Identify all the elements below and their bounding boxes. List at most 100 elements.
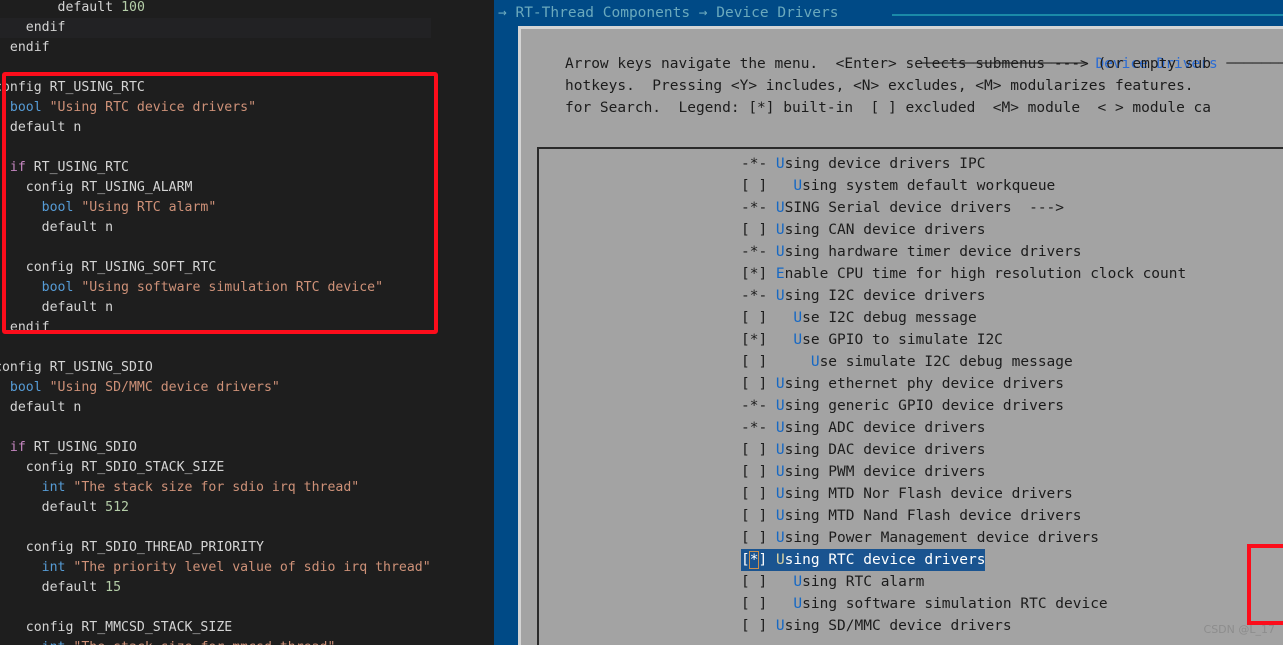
menu-row[interactable]: -*- Using generic GPIO device drivers [741, 395, 1186, 417]
menu-item[interactable]: [ ] Using ethernet phy device drivers [741, 376, 1064, 392]
code-line: config RT_MMCSD_STACK_SIZE [25, 620, 233, 635]
menu-item[interactable]: [*] Enable CPU time for high resolution … [741, 266, 1186, 282]
menu-item[interactable]: -*- Using I2C device drivers [741, 288, 985, 304]
hotkey-letter: U [793, 178, 803, 194]
menu-item[interactable]: [ ] Using SD/MMC device drivers [741, 618, 1012, 634]
menu-row[interactable]: [ ] Using DAC device drivers [741, 439, 1186, 461]
code-line: config RT_USING_SOFT_RTC [25, 260, 217, 275]
menu-row[interactable]: [*] Using RTC device drivers [741, 549, 1186, 571]
menu-item[interactable]: [*] Use GPIO to simulate I2C [741, 332, 1003, 348]
menu-item[interactable]: [ ] Using software simulation RTC device [741, 596, 1108, 612]
hotkey-letter: U [775, 618, 785, 634]
code-lines[interactable]: default 100 endif endif config RT_USING_… [0, 0, 431, 645]
hotkey-letter: U [775, 156, 785, 172]
menu-row[interactable]: [ ] Using CAN device drivers [741, 219, 1186, 241]
menu-row[interactable]: [ ] Using MTD Nor Flash device drivers [741, 483, 1186, 505]
menu-item[interactable]: [ ] Using DAC device drivers [741, 442, 985, 458]
code-line: config RT_USING_SDIO [0, 360, 153, 375]
hotkey-letter: U [775, 288, 785, 304]
hotkey-letter: U [810, 354, 820, 370]
menu-row[interactable]: [ ] Using MTD Nand Flash device drivers [741, 505, 1186, 527]
menu-row[interactable]: [ ] Using software simulation RTC device [741, 593, 1186, 615]
code-line: config RT_SDIO_THREAD_PRIORITY [25, 540, 264, 555]
hotkey-letter: U [775, 442, 785, 458]
menu-row[interactable]: -*- Using ADC device drivers [741, 417, 1186, 439]
menu-item[interactable]: -*- Using ADC device drivers [741, 420, 985, 436]
code-line: int "The stack size for sdio irq thread" [41, 480, 360, 495]
menu-row[interactable]: [*] Use GPIO to simulate I2C [741, 329, 1186, 351]
menu-item[interactable]: [ ] Use simulate I2C debug message [741, 354, 1073, 370]
code-line: default n [9, 120, 82, 135]
menu-row[interactable]: [ ] Using Power Management device driver… [741, 527, 1186, 549]
menu-item[interactable]: [ ] Using RTC alarm [741, 574, 924, 590]
hotkey-letter: U [793, 596, 803, 612]
menu-item[interactable]: [ ] Using MTD Nand Flash device drivers [741, 508, 1081, 524]
hotkey-letter: U [775, 398, 785, 414]
help-line: hotkeys. Pressing <Y> includes, <N> excl… [565, 78, 1194, 94]
menu-item[interactable]: [ ] Using PWM device drivers [741, 464, 985, 480]
code-line: default n [9, 400, 82, 415]
code-line: bool "Using SD/MMC device drivers" [9, 380, 280, 395]
hotkey-letter: U [775, 222, 785, 238]
menu-row[interactable]: -*- Using I2C device drivers [741, 285, 1186, 307]
menu-row[interactable]: -*- Using hardware timer device drivers [741, 241, 1186, 263]
code-line: bool "Using RTC alarm" [41, 200, 217, 215]
menu-row[interactable]: -*- Using device drivers IPC [741, 153, 1186, 175]
menu-row[interactable]: [ ] Using system default workqueue [741, 175, 1186, 197]
menuconfig-list-box[interactable]: -*- Using device drivers IPC [ ] Using sy… [537, 147, 1283, 645]
hotkey-letter: U [775, 530, 785, 546]
menu-row[interactable]: [ ] Using RTC alarm [741, 571, 1186, 593]
hotkey-letter: U [775, 464, 785, 480]
menu-item[interactable]: -*- Using generic GPIO device drivers [741, 398, 1064, 414]
dialog-title-rule-right: ─────────────────────────── [1226, 56, 1283, 72]
code-editor-pane[interactable]: default 100 endif endif config RT_USING_… [0, 0, 494, 645]
hotkey-letter: U [775, 200, 785, 216]
code-line: endif [9, 40, 50, 55]
code-line: endif [9, 320, 50, 335]
menuconfig-help-text: Arrow keys navigate the menu. <Enter> se… [565, 53, 1211, 119]
code-line: default 100 [57, 0, 145, 15]
code-line: config RT_USING_RTC [0, 80, 145, 95]
hotkey-letter: U [775, 420, 785, 436]
hotkey-letter: U [775, 552, 785, 568]
menu-item[interactable]: -*- Using hardware timer device drivers [741, 244, 1081, 260]
menu-item[interactable]: [ ] Using system default workqueue [741, 178, 1055, 194]
menuconfig-terminal[interactable]: → RT-Thread → Device → RT-Thread Compone… [494, 0, 1283, 645]
menu-row[interactable]: [*] Enable CPU time for high resolution … [741, 263, 1186, 285]
menu-row[interactable]: -*- USING Serial device drivers ---> [741, 197, 1186, 219]
menuconfig-dialog: ─────────────────── Device Drivers ─────… [518, 26, 1283, 645]
menu-row[interactable]: [ ] Using ethernet phy device drivers [741, 373, 1186, 395]
hotkey-letter: U [793, 310, 803, 326]
help-line: Arrow keys navigate the menu. <Enter> se… [565, 56, 1212, 72]
menu-item[interactable]: [ ] Use I2C debug message [741, 310, 977, 326]
menu-row[interactable]: [ ] Use I2C debug message [741, 307, 1186, 329]
code-line: int "The stack size for mmcsd thread" [0, 638, 431, 645]
menu-row[interactable]: [ ] Use simulate I2C debug message [741, 351, 1186, 373]
code-line: config RT_USING_ALARM [25, 180, 193, 195]
checkbox-cursor[interactable]: * [748, 551, 760, 569]
menu-item[interactable]: [ ] Using MTD Nor Flash device drivers [741, 486, 1073, 502]
menu-row[interactable]: [ ] Using SD/MMC device drivers [741, 615, 1186, 637]
code-line: default 512 [41, 500, 129, 515]
hotkey-letter: U [793, 574, 803, 590]
hotkey-letter: U [775, 486, 785, 502]
menuconfig-items[interactable]: -*- Using device drivers IPC [ ] Using sy… [741, 153, 1186, 637]
menu-item[interactable]: -*- USING Serial device drivers ---> [741, 200, 1064, 216]
menu-row[interactable]: [ ] Using PWM device drivers [741, 461, 1186, 483]
screenshot-root: default 100 endif endif config RT_USING_… [0, 0, 1283, 645]
menu-item-selected[interactable]: [*] Using RTC device drivers [741, 549, 986, 571]
help-line: for Search. Legend: [*] built-in [ ] exc… [565, 100, 1212, 116]
hotkey-letter: U [775, 508, 785, 524]
breadcrumb[interactable]: → RT-Thread Components → Device Drivers [498, 2, 838, 24]
code-line: int "The priority level value of sdio ir… [41, 560, 431, 575]
menu-item[interactable]: [ ] Using CAN device drivers [741, 222, 985, 238]
hotkey-letter: U [775, 244, 785, 260]
menu-item[interactable]: [ ] Using Power Management device driver… [741, 530, 1099, 546]
menu-item[interactable]: -*- Using device drivers IPC [741, 156, 985, 172]
watermark: CSDN @L_17 [1203, 623, 1275, 636]
code-line: config RT_SDIO_STACK_SIZE [25, 460, 225, 475]
